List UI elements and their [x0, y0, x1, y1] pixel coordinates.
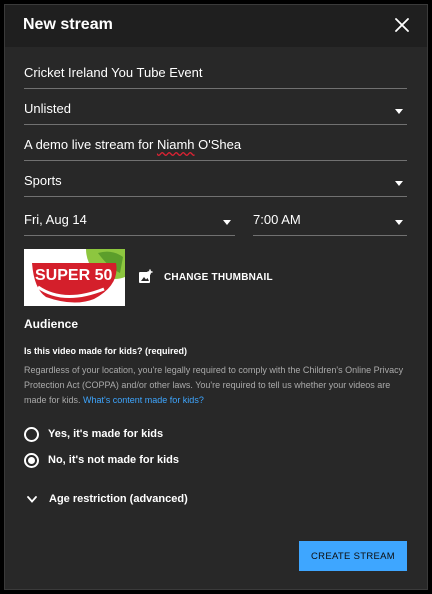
radio-button-selected[interactable] — [24, 452, 39, 468]
category-select[interactable]: Sports — [24, 169, 407, 197]
time-select[interactable]: 7:00 AM — [253, 208, 407, 236]
visibility-select[interactable]: Unlisted — [24, 97, 407, 125]
radio-made-for-kids-no[interactable]: No, it's not made for kids — [24, 451, 179, 469]
thumbnail-logo-text: SUPER 50 — [35, 267, 112, 284]
radio-button[interactable] — [24, 426, 39, 442]
time-value: 7:00 AM — [253, 212, 301, 227]
radio-label: No, it's not made for kids — [48, 454, 179, 466]
stream-thumbnail: SUPER 50 — [24, 249, 125, 306]
date-select[interactable]: Fri, Aug 14 — [24, 208, 235, 236]
description-field[interactable]: A demo live stream for Niamh O'Shea — [24, 133, 407, 161]
title-field[interactable]: Cricket Ireland You Tube Event — [24, 61, 407, 89]
visibility-value: Unlisted — [24, 101, 71, 116]
chevron-down-icon — [395, 109, 403, 114]
radio-selected-dot — [28, 456, 35, 464]
close-icon — [395, 18, 409, 32]
description-text-end: O'Shea — [194, 137, 242, 152]
chevron-down-icon — [395, 220, 403, 225]
radio-made-for-kids-yes[interactable]: Yes, it's made for kids — [24, 425, 163, 443]
date-value: Fri, Aug 14 — [24, 212, 87, 227]
age-restriction-label: Age restriction (advanced) — [49, 493, 188, 505]
close-button[interactable] — [391, 14, 413, 36]
chevron-down-icon — [27, 495, 37, 503]
change-thumbnail-button[interactable]: CHANGE THUMBNAIL — [138, 267, 273, 287]
change-thumbnail-label: CHANGE THUMBNAIL — [164, 271, 273, 283]
made-for-kids-question: Is this video made for kids? (required) — [24, 346, 188, 356]
create-stream-button[interactable]: CREATE STREAM — [299, 541, 407, 571]
chevron-down-icon — [395, 181, 403, 186]
coppa-description: Regardless of your location, you're lega… — [24, 363, 410, 408]
title-value: Cricket Ireland You Tube Event — [24, 65, 203, 80]
add-image-icon — [139, 269, 153, 283]
radio-label: Yes, it's made for kids — [48, 428, 164, 440]
made-for-kids-link[interactable]: What's content made for kids? — [83, 395, 204, 405]
spellcheck-flagged-word: Niamh — [156, 137, 195, 152]
age-restriction-toggle[interactable]: Age restriction (advanced) — [27, 490, 188, 508]
chevron-down-icon — [223, 220, 231, 225]
new-stream-dialog: New stream Cricket Ireland You Tube Even… — [4, 4, 428, 590]
description-value: A demo live stream for Niamh O'Shea — [24, 137, 241, 152]
category-value: Sports — [24, 173, 62, 188]
dialog-header: New stream — [5, 5, 427, 47]
audience-heading: Audience — [24, 317, 79, 331]
coppa-text: Regardless of your location, you're lega… — [24, 365, 404, 405]
thumbnail-image: SUPER 50 — [24, 249, 125, 306]
dialog-title: New stream — [23, 16, 113, 33]
description-text-start: A demo live stream for — [24, 137, 157, 152]
